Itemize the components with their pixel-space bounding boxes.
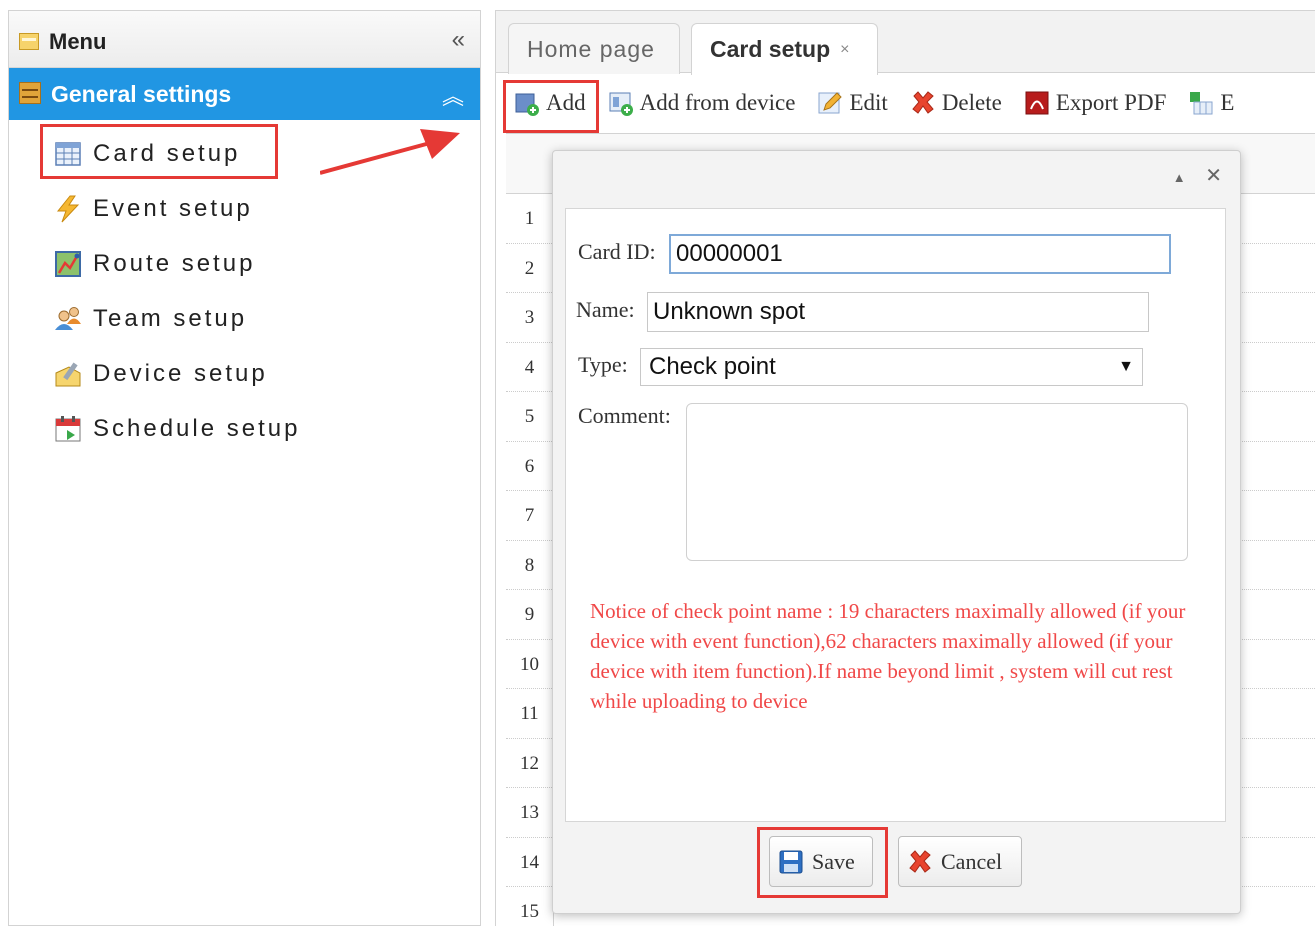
calendar-icon	[53, 414, 83, 444]
sidebar-item-label: Schedule setup	[93, 415, 301, 442]
sidebar-item-label: Device setup	[93, 360, 268, 387]
export-pdf-button[interactable]: Export PDF	[1024, 90, 1167, 116]
delete-x-icon	[910, 90, 936, 116]
sidebar-item-route-setup[interactable]: Route setup	[53, 244, 255, 284]
notice-text: Notice of check point name : 19 characte…	[590, 599, 1186, 713]
cabinet-icon	[19, 82, 41, 104]
pencil-icon	[817, 90, 843, 116]
type-select-value: Check point	[649, 353, 776, 380]
row-number: 7	[506, 491, 554, 541]
row-number: 11	[506, 689, 554, 739]
row-number: 4	[506, 342, 554, 392]
menu-title: Menu	[49, 29, 107, 54]
edit-label: Edit	[849, 90, 888, 115]
tab-close-icon[interactable]: ×	[840, 41, 849, 59]
tab-label: Card setup	[710, 36, 831, 62]
add-from-device-label: Add from device	[639, 90, 796, 115]
row-number: 10	[506, 639, 554, 689]
add-icon	[514, 90, 540, 116]
add-label: Add	[546, 90, 586, 115]
floppy-disk-icon	[778, 849, 804, 875]
table-icon	[53, 139, 83, 169]
section-general-settings[interactable]: General settings ︽	[9, 68, 480, 120]
row-number: 5	[506, 392, 554, 442]
add-button[interactable]: Add	[514, 90, 586, 116]
tab-home-page[interactable]: Home page	[508, 23, 680, 74]
cancel-button[interactable]: Cancel	[898, 836, 1022, 887]
save-label: Save	[812, 848, 855, 874]
excel-icon	[1188, 90, 1214, 116]
delete-label: Delete	[941, 90, 1002, 115]
export-pdf-label: Export PDF	[1055, 90, 1167, 115]
row-number: 15	[506, 887, 554, 926]
toolbar: Add Add from device Edit Delete Export P…	[496, 73, 1315, 133]
close-dialog-icon[interactable]: ✕	[1205, 165, 1222, 187]
section-collapse-icon[interactable]: ︽	[442, 79, 464, 111]
row-number: 12	[506, 738, 554, 788]
tab-card-setup[interactable]: Card setup ×	[691, 23, 878, 75]
row-number: 9	[506, 590, 554, 640]
comment-textarea[interactable]	[686, 403, 1188, 561]
save-button[interactable]: Save	[769, 836, 873, 887]
sidebar-item-device-setup[interactable]: Device setup	[53, 354, 268, 394]
add-from-device-button[interactable]: Add from device	[608, 90, 796, 116]
map-icon	[53, 249, 83, 279]
collapse-dialog-icon[interactable]: ▲	[1173, 170, 1186, 185]
cancel-x-icon	[907, 849, 933, 875]
device-add-icon	[608, 90, 634, 116]
comment-label: Comment:	[578, 403, 671, 428]
row-number: 3	[506, 293, 554, 343]
row-number: 8	[506, 540, 554, 590]
sidebar-item-label: Route setup	[93, 250, 256, 277]
type-label: Type:	[578, 352, 628, 377]
tab-label: Home page	[527, 35, 655, 62]
type-select[interactable]: Check point ▼	[640, 348, 1143, 386]
sidebar-item-card-setup[interactable]: Card setup	[53, 134, 240, 174]
cancel-label: Cancel	[941, 848, 1003, 874]
device-edit-icon	[53, 359, 83, 389]
name-input[interactable]	[647, 292, 1149, 332]
dialog-body: Card ID: Name: Type: Check point ▼ Comme…	[565, 208, 1226, 822]
lightning-icon	[53, 194, 83, 224]
menu-icon	[19, 33, 39, 50]
sidebar-item-label: Card setup	[93, 140, 241, 167]
pdf-icon	[1024, 90, 1050, 116]
tab-strip: Home page Card setup ×	[496, 11, 1315, 75]
sidebar-item-team-setup[interactable]: Team setup	[53, 299, 247, 339]
row-number: 13	[506, 788, 554, 838]
export-excel-label: E	[1220, 90, 1235, 115]
export-excel-button[interactable]: E	[1188, 90, 1234, 116]
edit-button[interactable]: Edit	[817, 90, 888, 116]
users-icon	[53, 304, 83, 334]
sidebar-item-label: Team setup	[93, 305, 248, 332]
collapse-menu-button[interactable]: «	[452, 26, 465, 54]
arrow-annotation	[320, 129, 460, 175]
card-dialog: ▲ ✕ Card ID: Name: Type: Check point ▼ C…	[552, 150, 1241, 914]
delete-button[interactable]: Delete	[910, 90, 1002, 116]
section-title: General settings	[51, 81, 232, 107]
card-id-input[interactable]	[669, 234, 1171, 274]
sidebar-item-label: Event setup	[93, 195, 253, 222]
row-number: 6	[506, 441, 554, 491]
menu-header: Menu «	[9, 11, 480, 68]
card-id-label: Card ID:	[578, 239, 656, 264]
row-number: 2	[506, 243, 554, 293]
dialog-controls: ▲ ✕	[1159, 163, 1222, 188]
name-label: Name:	[576, 297, 635, 322]
row-number: 1	[506, 194, 554, 244]
chevron-down-icon: ▼	[1118, 358, 1134, 375]
sidebar-item-schedule-setup[interactable]: Schedule setup	[53, 409, 300, 449]
sidebar-item-event-setup[interactable]: Event setup	[53, 189, 253, 229]
row-number: 14	[506, 837, 554, 887]
